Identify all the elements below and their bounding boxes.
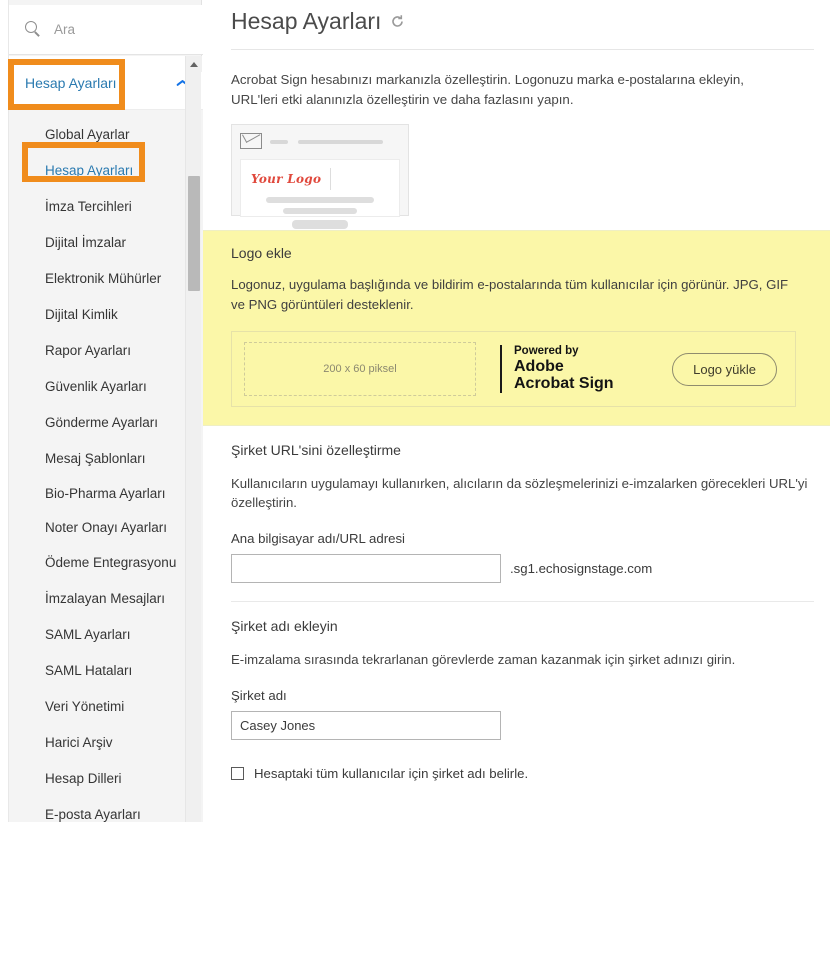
upload-logo-button[interactable]: Logo yükle	[672, 352, 777, 386]
sidebar-item-saml-hatalari[interactable]: SAML Hataları	[9, 652, 203, 688]
sidebar-item-label: Veri Yönetimi	[45, 698, 125, 714]
sidebar-item-label: Rapor Ayarları	[45, 342, 132, 358]
sidebar-item-label: SAML Hataları	[45, 662, 133, 678]
sidebar-item-dijital-imzalar[interactable]: Dijital İmzalar	[9, 224, 203, 260]
sidebar-nav: Hesap Ayarları Global Ayarlar Hesap Ayar…	[9, 56, 203, 822]
set-company-name-checkbox[interactable]	[231, 767, 244, 780]
scroll-up-arrow-icon[interactable]	[186, 56, 202, 72]
sidebar-item-label: Harici Arşiv	[45, 734, 113, 750]
sidebar-item-guvenlik-ayarlari[interactable]: Güvenlik Ayarları	[9, 368, 203, 404]
sidebar-item-label: Hesap Ayarları	[45, 162, 134, 178]
hostname-suffix: .sg1.echosignstage.com	[510, 561, 653, 576]
sidebar-item-label: Hesap Dilleri	[45, 770, 122, 786]
sidebar-item-imzalayan-mesajlari[interactable]: İmzalayan Mesajları	[9, 580, 203, 616]
adobe-brand-lockup: Powered by Adobe Acrobat Sign	[500, 345, 614, 394]
set-company-name-checkbox-label: Hesaptaki tüm kullanıcılar için şirket a…	[254, 766, 529, 781]
refresh-icon[interactable]	[390, 14, 405, 29]
company-name-section: Şirket adı ekleyin E-imzalama sırasında …	[231, 601, 814, 781]
sidebar-item-label: Global Ayarlar	[45, 126, 130, 142]
sidebar-item-hesap-ayarlari[interactable]: Hesap Ayarları	[9, 152, 203, 188]
sidebar-item-label: E-posta Ayarları	[45, 806, 141, 822]
sidebar-item-label: Mesaj Şablonları	[45, 450, 146, 466]
sidebar-item-label: SAML Ayarları	[45, 626, 131, 642]
page-title: Hesap Ayarları	[231, 8, 382, 34]
company-url-description: Kullanıcıların uygulamayı kullanırken, a…	[231, 476, 808, 510]
sidebar-item-mesaj-sablonlari[interactable]: Mesaj Şablonları	[9, 440, 203, 476]
sidebar-item-saml-ayarlari[interactable]: SAML Ayarları	[9, 616, 203, 652]
set-company-name-for-all-row[interactable]: Hesaptaki tüm kullanıcılar için şirket a…	[231, 766, 814, 781]
sidebar-item-label: Ödeme Entegrasyonu	[45, 554, 177, 570]
sidebar-item-elektronik-muhurler[interactable]: Elektronik Mühürler	[9, 260, 203, 296]
sidebar-item-label: Elektronik Mühürler	[45, 270, 162, 286]
company-name-field-label: Şirket adı	[231, 688, 287, 703]
email-footer-placeholder	[251, 197, 389, 229]
hostname-input[interactable]	[231, 554, 501, 583]
hostname-field-label: Ana bilgisayar adı/URL adresi	[231, 531, 405, 546]
sidebar-item-label: İmza Tercihleri	[45, 198, 132, 214]
envelope-icon	[240, 133, 262, 149]
page-header: Hesap Ayarları	[203, 0, 830, 49]
search-box[interactable]	[9, 5, 203, 55]
sidebar-item-veri-yonetimi[interactable]: Veri Yönetimi	[9, 688, 203, 724]
company-url-section: Şirket URL'sini özelleştirme Kullanıcıla…	[231, 426, 814, 583]
sidebar-section-header-label: Hesap Ayarları	[25, 74, 117, 91]
sidebar-item-label: İmzalayan Mesajları	[45, 590, 166, 606]
brand-acrobat-sign-label: Acrobat Sign	[514, 375, 614, 393]
sidebar-item-bio-pharma-ayarlari[interactable]: Bio-Pharma Ayarları	[9, 476, 203, 510]
sidebar-section-header-account-settings[interactable]: Hesap Ayarları	[9, 56, 203, 110]
sidebar-item-label: Dijital Kimlik	[45, 306, 118, 322]
sidebar-item-dijital-kimlik[interactable]: Dijital Kimlik	[9, 296, 203, 332]
scrollbar-thumb[interactable]	[188, 176, 200, 291]
search-icon	[25, 21, 42, 38]
sidebar-item-label: Güvenlik Ayarları	[45, 378, 147, 394]
sidebar-item-rapor-ayarlari[interactable]: Rapor Ayarları	[9, 332, 203, 368]
sidebar-item-list: Global Ayarlar Hesap Ayarları İmza Terci…	[9, 110, 203, 822]
title-divider	[231, 49, 814, 50]
email-preview-thumbnail: Your Logo	[231, 124, 409, 229]
sidebar-item-harici-arsiv[interactable]: Harici Arşiv	[9, 724, 203, 760]
logo-section-title: Logo ekle	[231, 245, 292, 261]
sidebar-item-label: Bio-Pharma Ayarları	[45, 485, 166, 501]
account-settings-page: Hesap Ayarları Global Ayarlar Hesap Ayar…	[0, 0, 830, 960]
logo-section-panel: Logo ekle Logonuz, uygulama başlığında v…	[203, 230, 830, 426]
brand-adobe-label: Adobe	[514, 357, 564, 375]
sidebar-item-global-ayarlar[interactable]: Global Ayarlar	[9, 116, 203, 152]
sidebar-item-gonderme-ayarlari[interactable]: Gönderme Ayarları	[9, 404, 203, 440]
sidebar: Hesap Ayarları Global Ayarlar Hesap Ayar…	[8, 0, 203, 822]
sidebar-item-label: Gönderme Ayarları	[45, 414, 159, 430]
intro-text: Acrobat Sign hesabınızı markanızla özell…	[231, 72, 744, 107]
search-input[interactable]	[52, 21, 182, 38]
sidebar-scrollbar[interactable]	[185, 56, 202, 822]
sidebar-item-noter-onayi-ayarlari[interactable]: Noter Onayı Ayarları	[9, 510, 203, 544]
logo-dropzone[interactable]: 200 x 60 piksel	[244, 342, 476, 396]
sidebar-item-odeme-entegrasyonu[interactable]: Ödeme Entegrasyonu	[9, 544, 203, 580]
company-name-input[interactable]	[231, 711, 501, 740]
sidebar-item-hesap-dilleri[interactable]: Hesap Dilleri	[9, 760, 203, 796]
your-logo-text: Your Logo	[251, 172, 322, 186]
company-url-title: Şirket URL'sini özelleştirme	[231, 442, 401, 458]
company-name-title: Şirket adı ekleyin	[231, 618, 338, 634]
sidebar-item-label: Noter Onayı Ayarları	[45, 519, 168, 535]
logo-upload-box: 200 x 60 piksel Powered by Adobe Acrobat…	[231, 331, 796, 407]
logo-section-description: Logonuz, uygulama başlığında ve bildirim…	[231, 277, 789, 312]
logo-dimensions-hint: 200 x 60 piksel	[323, 363, 397, 375]
sidebar-item-e-posta-ayarlari[interactable]: E-posta Ayarları	[9, 796, 203, 822]
email-body-card: Your Logo	[240, 159, 400, 229]
powered-by-label: Powered by	[514, 344, 579, 357]
email-header-placeholder-lines	[270, 133, 400, 153]
sidebar-item-label: Dijital İmzalar	[45, 234, 127, 250]
main-content: Hesap Ayarları Acrobat Sign hesabınızı m…	[203, 0, 830, 960]
sidebar-item-imza-tercihleri[interactable]: İmza Tercihleri	[9, 188, 203, 224]
company-name-description: E-imzalama sırasında tekrarlanan görevle…	[231, 652, 736, 667]
